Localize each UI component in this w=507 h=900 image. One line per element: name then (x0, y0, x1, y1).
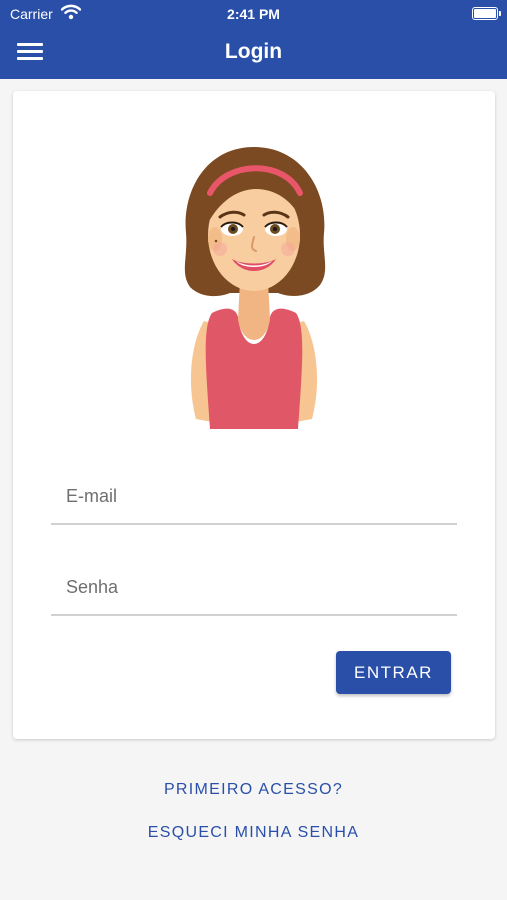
email-input[interactable] (51, 469, 457, 523)
avatar-illustration (184, 147, 326, 429)
status-bar: Carrier 2:41 PM (0, 0, 507, 28)
battery-icon (472, 7, 501, 20)
password-input[interactable] (51, 560, 457, 614)
email-field[interactable] (51, 469, 457, 525)
login-card: ENTRAR (13, 91, 495, 739)
page-title: Login (224, 40, 283, 63)
first-access-link[interactable]: PRIMEIRO ACESSO? (0, 781, 507, 799)
password-field[interactable] (51, 560, 457, 616)
login-button[interactable]: ENTRAR (336, 651, 451, 694)
status-time: 2:41 PM (227, 6, 280, 22)
app-bar: Carrier 2:41 PM Login (0, 0, 507, 79)
forgot-password-link[interactable]: ESQUECI MINHA SENHA (0, 824, 507, 842)
